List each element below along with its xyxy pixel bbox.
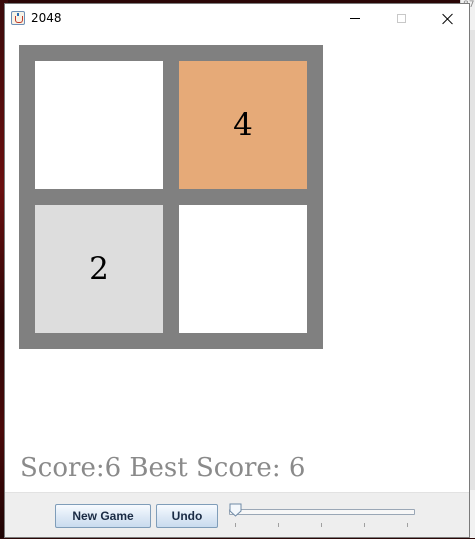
game-area: 4 2 Score:6 Best Score: 6 bbox=[5, 33, 469, 492]
close-button[interactable] bbox=[425, 4, 469, 33]
new-game-button[interactable]: New Game bbox=[55, 504, 151, 528]
close-icon bbox=[442, 13, 454, 25]
title-bar[interactable]: 2048 bbox=[5, 4, 469, 33]
slider-tick bbox=[364, 523, 365, 527]
slider-tick bbox=[235, 523, 236, 527]
score-label: Score: bbox=[20, 453, 105, 483]
game-board: 4 2 bbox=[19, 45, 323, 349]
slider[interactable] bbox=[223, 501, 419, 535]
best-score-value: 6 bbox=[288, 453, 306, 483]
score-value: 6 bbox=[104, 453, 122, 483]
tile: 2 bbox=[35, 205, 163, 333]
maximize-button[interactable] bbox=[378, 4, 424, 33]
tile bbox=[179, 205, 307, 333]
minimize-button[interactable] bbox=[332, 4, 378, 33]
maximize-icon bbox=[396, 14, 406, 23]
game-window: 2048 4 2 Score:6 Best Score: 6 New Game … bbox=[4, 3, 470, 538]
tile bbox=[35, 61, 163, 189]
minimize-icon bbox=[350, 18, 360, 19]
window-title: 2048 bbox=[31, 11, 62, 25]
undo-button[interactable]: Undo bbox=[156, 504, 218, 528]
tile: 4 bbox=[179, 61, 307, 189]
slider-tick bbox=[321, 523, 322, 527]
slider-tick bbox=[278, 523, 279, 527]
best-score-label: Best Score: bbox=[129, 453, 289, 483]
slider-tick bbox=[407, 523, 408, 527]
slider-ticks bbox=[223, 501, 419, 535]
java-cup-icon bbox=[11, 11, 25, 25]
control-panel: New Game Undo bbox=[5, 492, 469, 537]
score-display: Score:6 Best Score: 6 bbox=[20, 453, 305, 483]
